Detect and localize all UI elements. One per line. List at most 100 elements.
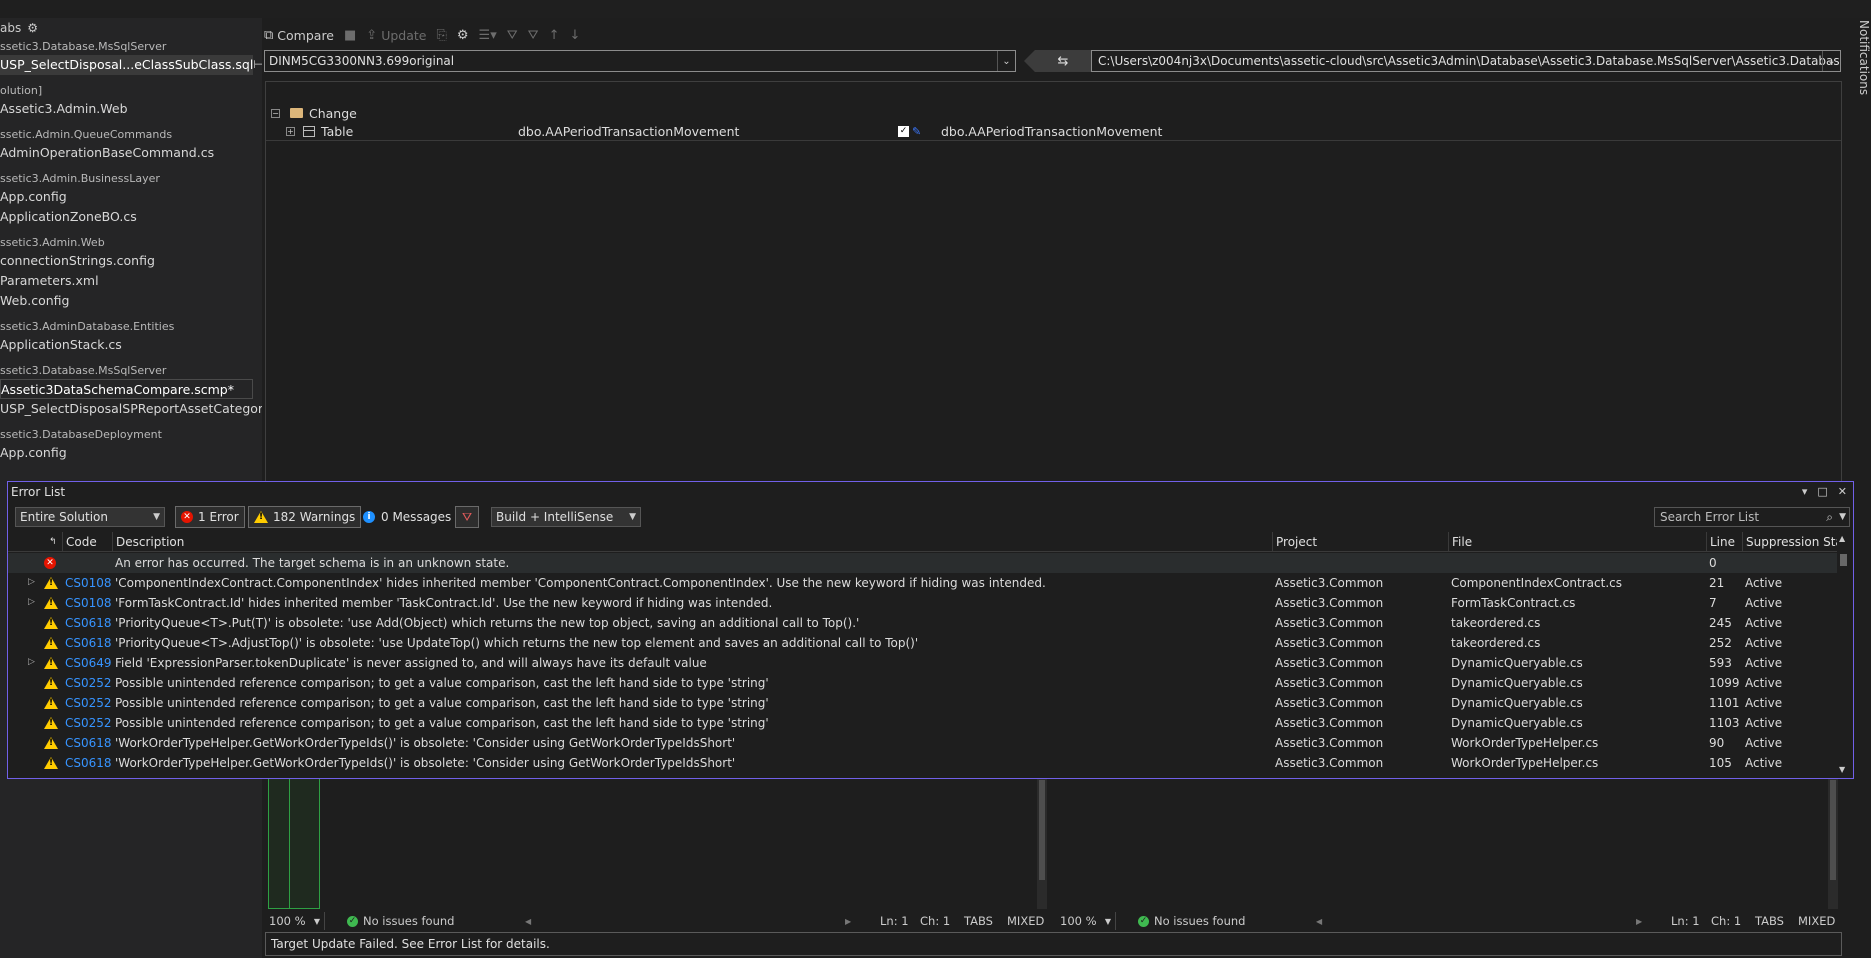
close-icon[interactable]: ✕ xyxy=(1838,485,1847,498)
compare-button[interactable]: ⧉ Compare xyxy=(264,28,334,43)
cell-code[interactable] xyxy=(62,553,112,573)
error-list-row[interactable]: ▷ CS0108'ComponentIndexContract.Component… xyxy=(8,573,1838,593)
scope-dropdown[interactable]: Entire Solution ▼ xyxy=(15,507,165,527)
window-position-icon[interactable]: ▾ xyxy=(1802,485,1808,498)
cell-code[interactable]: CS0649 xyxy=(62,653,112,673)
clear-filter-button[interactable]: ⛛ xyxy=(528,28,539,43)
open-file-item[interactable]: Assetic3.Admin.Web xyxy=(0,99,262,119)
column-header-suppression[interactable]: Suppression Stat xyxy=(1742,531,1838,552)
open-file-item[interactable]: ApplicationZoneBO.cs xyxy=(0,207,262,227)
char-indicator[interactable]: Ch: 1 xyxy=(1711,914,1741,928)
group-results-button[interactable]: ☰▾ xyxy=(479,28,497,43)
previous-change-button[interactable]: ↑ xyxy=(549,28,560,43)
right-editor-scrollbar[interactable] xyxy=(1828,778,1838,909)
line-indicator[interactable]: Ln: 1 xyxy=(1671,914,1700,928)
search-icon[interactable]: ⌕ xyxy=(1826,510,1833,525)
column-header-line[interactable]: Line xyxy=(1706,531,1742,552)
error-list-row[interactable]: CS0252Possible unintended reference comp… xyxy=(8,673,1838,693)
cell-code[interactable]: CS0108 xyxy=(62,593,112,613)
error-list-row[interactable]: CS0618'WorkOrderTypeHelper.GetWorkOrderT… xyxy=(8,733,1838,753)
update-button[interactable]: ⇪ Update xyxy=(366,28,426,43)
warnings-filter-toggle[interactable]: 182 Warnings xyxy=(248,506,362,528)
scroll-left-icon[interactable]: ◀ xyxy=(1316,917,1322,926)
column-header-description[interactable]: Description xyxy=(112,531,1272,552)
error-list-row[interactable]: CS0618'PriorityQueue<T>.AdjustTop()' is … xyxy=(8,633,1838,653)
cell-code[interactable]: CS0252 xyxy=(62,693,112,713)
cell-code[interactable]: CS0618 xyxy=(62,613,112,633)
collapse-icon[interactable]: − xyxy=(271,108,280,118)
cell-code[interactable]: CS0252 xyxy=(62,673,112,693)
cell-code[interactable]: CS0618 xyxy=(62,753,112,773)
generate-script-button[interactable]: ⎘ xyxy=(436,28,446,43)
left-editor-scrollbar[interactable] xyxy=(1037,778,1047,909)
expand-icon[interactable]: ▷ xyxy=(28,597,35,607)
error-list-row[interactable]: ▷ CS0649Field 'ExpressionParser.tokenDupl… xyxy=(8,653,1838,673)
active-file-tab[interactable]: USP_SelectDisposal...eClassSubClass.sql … xyxy=(0,55,262,75)
zoom-selector[interactable]: 100 % ▼ xyxy=(265,912,325,930)
search-error-list-input[interactable]: Search Error List ⌕ ▼ xyxy=(1654,507,1850,527)
issues-indicator[interactable]: ✓ No issues found xyxy=(347,914,454,928)
open-file-item[interactable]: ApplicationStack.cs xyxy=(0,335,262,355)
build-filter-dropdown[interactable]: Build + IntelliSense ▼ xyxy=(491,507,641,527)
line-ending-indicator[interactable]: MIXED xyxy=(1007,914,1044,928)
open-file-item[interactable]: USP_SelectDisposalSPReportAssetCategory.… xyxy=(0,399,262,419)
chevron-down-icon[interactable]: ▼ xyxy=(1839,512,1846,522)
issues-indicator[interactable]: ✓ No issues found xyxy=(1138,914,1245,928)
stop-button[interactable]: ■ xyxy=(344,28,356,43)
zoom-selector[interactable]: 100 % ▼ xyxy=(1056,912,1116,930)
errors-filter-toggle[interactable]: ✕ 1 Error xyxy=(175,506,245,528)
line-ending-indicator[interactable]: MIXED xyxy=(1798,914,1835,928)
cell-code[interactable]: CS0252 xyxy=(62,713,112,733)
source-selector[interactable]: DINM5CG3300NN3.699original ⌄ xyxy=(264,50,1016,72)
pin-icon[interactable]: ⊢ xyxy=(253,55,262,75)
cell-code[interactable]: CS0108 xyxy=(62,573,112,593)
column-header-project[interactable]: Project xyxy=(1272,531,1448,552)
open-file-item[interactable]: connectionStrings.config xyxy=(0,251,262,271)
sort-icon[interactable]: ↰ xyxy=(46,532,62,552)
expand-icon[interactable]: + xyxy=(286,127,295,136)
filter-button[interactable]: ⛛ xyxy=(507,28,518,43)
scroll-up-icon[interactable]: ▲ xyxy=(1839,534,1845,543)
error-list-row[interactable]: ▷ CS0108'FormTaskContract.Id' hides inher… xyxy=(8,593,1838,613)
maximize-icon[interactable]: □ xyxy=(1817,485,1827,498)
scroll-down-icon[interactable]: ▼ xyxy=(1839,765,1845,774)
messages-filter-toggle[interactable]: i 0 Messages xyxy=(363,506,451,528)
tabs-indicator[interactable]: TABS xyxy=(964,914,993,928)
error-list-scrollbar[interactable]: ▲ ▼ xyxy=(1837,532,1849,776)
error-list-row[interactable]: CS0252Possible unintended reference comp… xyxy=(8,713,1838,733)
error-list-row[interactable]: CS0618'PriorityQueue<T>.Put(T)' is obsol… xyxy=(8,613,1838,633)
clear-filter-button[interactable]: ⛛ xyxy=(455,506,479,528)
chevron-down-icon[interactable]: ⌄ xyxy=(1822,51,1840,71)
next-change-button[interactable]: ↓ xyxy=(569,28,580,43)
include-checkbox[interactable]: ✓ xyxy=(898,126,909,137)
options-button[interactable]: ⚙ xyxy=(457,28,469,43)
scroll-left-icon[interactable]: ◀ xyxy=(525,917,531,926)
cell-code[interactable]: CS0618 xyxy=(62,633,112,653)
error-list-row[interactable]: CS0252Possible unintended reference comp… xyxy=(8,693,1838,713)
error-list-row[interactable]: CS0618'WorkOrderTypeHelper.GetWorkOrderT… xyxy=(8,753,1838,773)
column-header-file[interactable]: File xyxy=(1448,531,1706,552)
expand-icon[interactable]: ▷ xyxy=(28,577,35,587)
line-indicator[interactable]: Ln: 1 xyxy=(880,914,909,928)
result-group-row[interactable]: − Change xyxy=(266,104,1841,122)
open-file-item-selected[interactable]: Assetic3DataSchemaCompare.scmp* xyxy=(0,379,253,399)
open-file-item[interactable]: App.config xyxy=(0,443,262,463)
open-file-item[interactable]: App.config xyxy=(0,187,262,207)
tabs-indicator[interactable]: TABS xyxy=(1755,914,1784,928)
error-list-row[interactable]: ✕ An error has occurred. The target schem… xyxy=(8,553,1838,573)
error-list-titlebar[interactable]: Error List ▾ □ ✕ xyxy=(8,482,1853,501)
target-selector[interactable]: C:\Users\z004nj3x\Documents\assetic-clou… xyxy=(1091,50,1841,72)
open-file-item[interactable]: AdminOperationBaseCommand.cs xyxy=(0,143,262,163)
notifications-tab[interactable]: Notifications xyxy=(1849,18,1871,218)
gear-icon[interactable]: ⚙ xyxy=(27,21,38,35)
scroll-right-icon[interactable]: ▶ xyxy=(845,917,851,926)
result-row[interactable]: + Table dbo.AAPeriodTransactionMovement … xyxy=(266,123,1841,141)
scroll-thumb[interactable] xyxy=(1840,554,1847,566)
column-header-code[interactable]: Code xyxy=(62,531,112,552)
char-indicator[interactable]: Ch: 1 xyxy=(920,914,950,928)
chevron-down-icon[interactable]: ⌄ xyxy=(997,51,1015,71)
open-file-item[interactable]: Parameters.xml xyxy=(0,271,262,291)
cell-code[interactable]: CS0618 xyxy=(62,733,112,753)
open-file-item[interactable]: Web.config xyxy=(0,291,262,311)
scroll-right-icon[interactable]: ▶ xyxy=(1636,917,1642,926)
